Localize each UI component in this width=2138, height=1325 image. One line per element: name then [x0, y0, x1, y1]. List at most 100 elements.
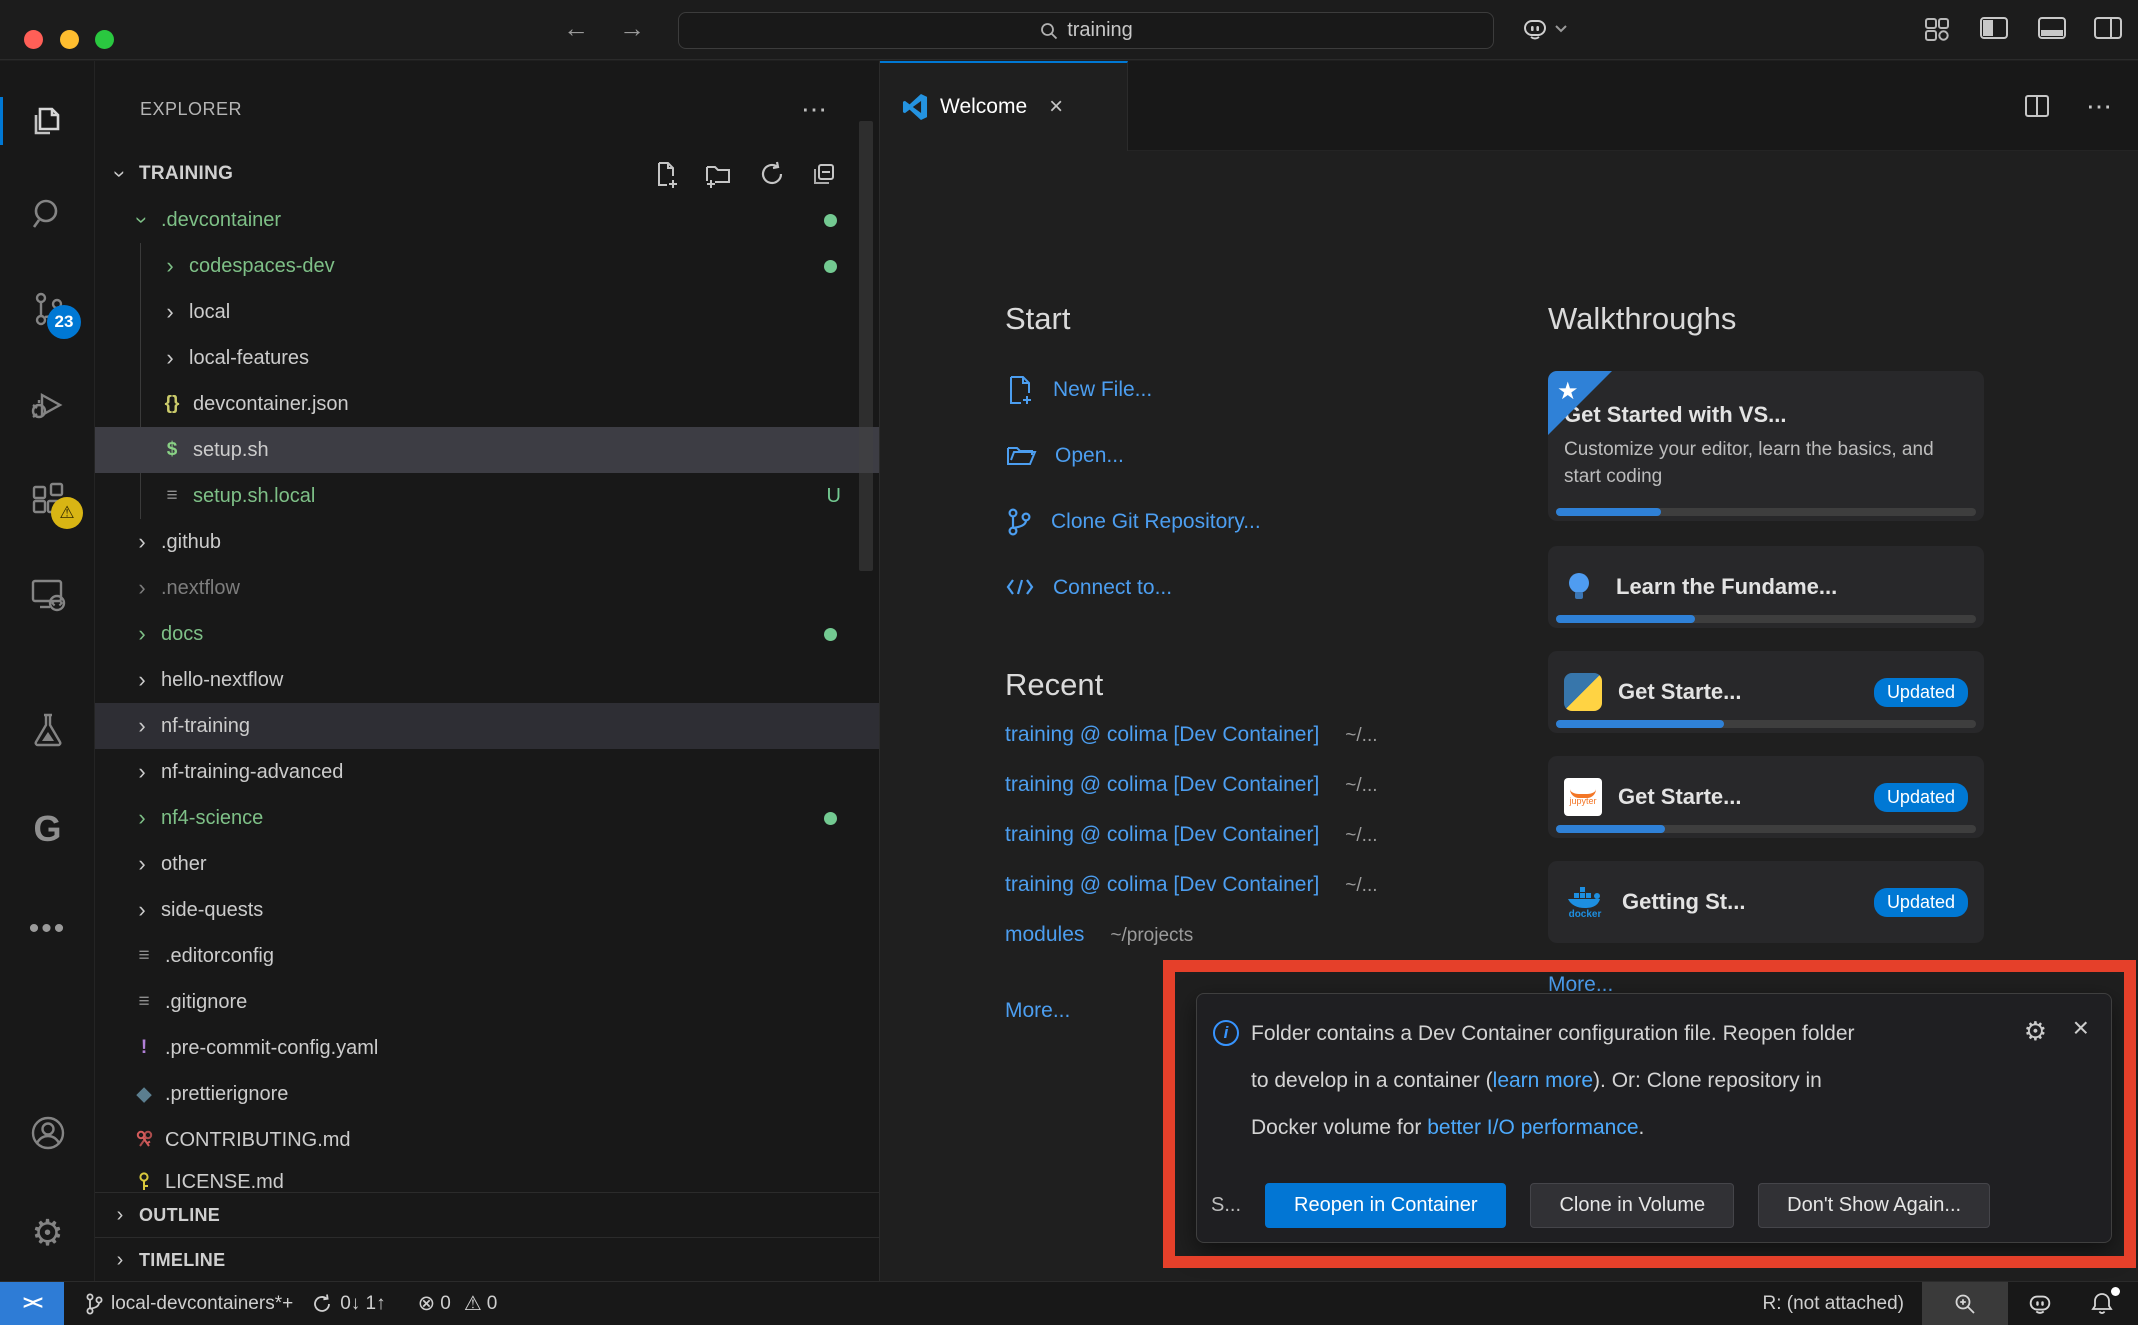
tree-row[interactable]: CONTRIBUTING.md U [95, 1117, 879, 1163]
notifications-bell-button[interactable] [2072, 1291, 2132, 1317]
recent-item-path: ~/... [1345, 875, 1377, 897]
refresh-icon[interactable] [757, 159, 787, 189]
gitlens-view-button[interactable]: G [0, 797, 95, 861]
recent-item-path: ~/... [1345, 725, 1377, 747]
walkthrough-card[interactable]: Learn the Fundame... [1548, 546, 1984, 628]
history-forward-button[interactable]: → [612, 13, 652, 44]
tree-row[interactable]: › .nextflow U [95, 565, 879, 611]
notification-link[interactable]: better I/O performance [1427, 1116, 1638, 1139]
walkthrough-card[interactable]: ★ Get Started with VS... Customize your … [1548, 371, 1984, 521]
explorer-view-button[interactable] [0, 89, 95, 153]
toggle-secondary-sidebar-button[interactable] [2092, 14, 2124, 42]
timeline-section-header[interactable]: › TIMELINE [95, 1237, 879, 1281]
tree-row[interactable]: › local-features U [95, 335, 879, 381]
settings-button[interactable]: ⚙ [0, 1201, 95, 1265]
don-t-show-again-button[interactable]: Don't Show Again... [1758, 1183, 1990, 1228]
notification-link[interactable]: learn more [1493, 1069, 1593, 1092]
minimize-window-button[interactable] [60, 30, 79, 49]
tree-row[interactable]: › hello-nextflow U [95, 657, 879, 703]
testing-view-button[interactable] [0, 697, 95, 761]
clone-in-volume-button[interactable]: Clone in Volume [1530, 1183, 1734, 1228]
tree-row[interactable]: ≡ .editorconfig U [95, 933, 879, 979]
recent-item[interactable]: training @ colima [Dev Container] ~/... [1005, 773, 1378, 818]
copilot-icon [2026, 1290, 2054, 1318]
run-debug-view-button[interactable] [0, 373, 95, 437]
recent-item[interactable]: training @ colima [Dev Container] ~/... [1005, 873, 1378, 918]
walkthrough-card[interactable]: docker Getting St... Updated [1548, 861, 1984, 943]
maximize-window-button[interactable] [95, 30, 114, 49]
workspace-section-header[interactable]: › TRAINING [95, 151, 879, 197]
copilot-menu-button[interactable] [1520, 14, 1568, 44]
recent-item[interactable]: modules ~/projects [1005, 923, 1378, 968]
recent-item[interactable]: training @ colima [Dev Container] ~/... [1005, 723, 1378, 768]
problems-item[interactable]: ⊗ 0 ⚠ 0 [418, 1291, 498, 1316]
tree-row[interactable]: $ setup.sh U [95, 427, 879, 473]
scm-changes-badge: 23 [47, 305, 81, 339]
tree-row[interactable]: › .github U [95, 519, 879, 565]
close-tab-icon[interactable]: × [1049, 93, 1063, 121]
recent-item-link[interactable]: training @ colima [Dev Container] [1005, 723, 1319, 747]
tree-row[interactable]: ≡ .gitignore U [95, 979, 879, 1025]
file-type-icon: ◆ [131, 1083, 157, 1106]
new-file-icon[interactable] [651, 159, 681, 189]
start-item[interactable]: Open... [1005, 433, 1261, 479]
history-back-button[interactable]: ← [556, 13, 596, 44]
remote-explorer-view-button[interactable] [0, 562, 95, 626]
notification-settings-icon[interactable]: ⚙ [2024, 1016, 2047, 1047]
explorer-more-actions[interactable]: ⋯ [801, 94, 827, 125]
editor-more-actions[interactable]: ⋯ [2086, 91, 2112, 122]
copilot-status-button[interactable] [2008, 1290, 2072, 1318]
collapse-all-icon[interactable] [809, 159, 839, 189]
tree-row[interactable]: ◆ .prettierignore U [95, 1071, 879, 1117]
customize-layout-button[interactable] [1922, 14, 1952, 44]
r-attach-status[interactable]: R: (not attached) [1762, 1293, 1904, 1315]
recent-item[interactable]: training @ colima [Dev Container] ~/... [1005, 823, 1378, 868]
tree-row[interactable]: LICENSE.md U [95, 1163, 879, 1193]
source-control-view-button[interactable]: 23 [0, 277, 95, 341]
git-branch-item[interactable]: local-devcontainers*+ [84, 1292, 293, 1316]
recent-item-link[interactable]: modules [1005, 923, 1084, 947]
extensions-view-button[interactable]: ⚠ [0, 467, 95, 531]
sync-changes-item[interactable]: 0↓ 1↑ [311, 1293, 385, 1315]
outline-section-header[interactable]: › OUTLINE [95, 1192, 879, 1237]
accounts-button[interactable] [0, 1101, 95, 1165]
tree-row[interactable]: › nf4-science U [95, 795, 879, 841]
tree-row[interactable]: › .devcontainer U [95, 197, 879, 243]
zoom-status-button[interactable] [1922, 1282, 2008, 1325]
tree-row[interactable]: ! .pre-commit-config.yaml U [95, 1025, 879, 1071]
remote-indicator-button[interactable]: >< [0, 1282, 64, 1325]
start-item[interactable]: New File... [1005, 367, 1261, 413]
walkthrough-card[interactable]: jupyter Get Starte... Updated [1548, 756, 1984, 838]
walkthrough-card[interactable]: Get Starte... Updated [1548, 651, 1984, 733]
tree-row[interactable]: › nf-training-advanced U [95, 749, 879, 795]
reopen-in-container-button[interactable]: Reopen in Container [1265, 1183, 1506, 1228]
toggle-sidebar-button[interactable] [1978, 14, 2010, 42]
tree-row[interactable]: › side-quests U [95, 887, 879, 933]
close-window-button[interactable] [24, 30, 43, 49]
toggle-panel-button[interactable] [2036, 14, 2068, 42]
start-item-icon [1005, 374, 1035, 406]
start-item[interactable]: Clone Git Repository... [1005, 499, 1261, 545]
recent-item-link[interactable]: training @ colima [Dev Container] [1005, 873, 1319, 897]
recent-item-link[interactable]: training @ colima [Dev Container] [1005, 773, 1319, 797]
tab-welcome[interactable]: Welcome × [880, 61, 1128, 151]
tree-row[interactable]: › nf-training U [95, 703, 879, 749]
recent-item-link[interactable]: training @ colima [Dev Container] [1005, 823, 1319, 847]
additional-views-button[interactable]: ••• [0, 897, 95, 961]
walkthrough-progress [1556, 825, 1976, 833]
command-center-search[interactable]: training [678, 12, 1494, 49]
sidebar-scrollbar[interactable] [859, 121, 873, 571]
tree-row[interactable]: ≡ setup.sh.local U [95, 473, 879, 519]
notification-close-icon[interactable]: × [2073, 1012, 2089, 1044]
notification-source: S... [1211, 1194, 1241, 1217]
tree-row[interactable]: › other U [95, 841, 879, 887]
tree-row[interactable]: {} devcontainer.json U [95, 381, 879, 427]
tree-row[interactable]: › local U [95, 289, 879, 335]
new-folder-icon[interactable] [703, 159, 735, 189]
search-view-button[interactable] [0, 183, 95, 247]
tree-row[interactable]: › codespaces-dev U [95, 243, 879, 289]
recent-more-link[interactable]: More... [1005, 999, 1070, 1023]
split-editor-icon[interactable] [2022, 92, 2052, 120]
start-item[interactable]: Connect to... [1005, 565, 1261, 611]
tree-row[interactable]: › docs U [95, 611, 879, 657]
